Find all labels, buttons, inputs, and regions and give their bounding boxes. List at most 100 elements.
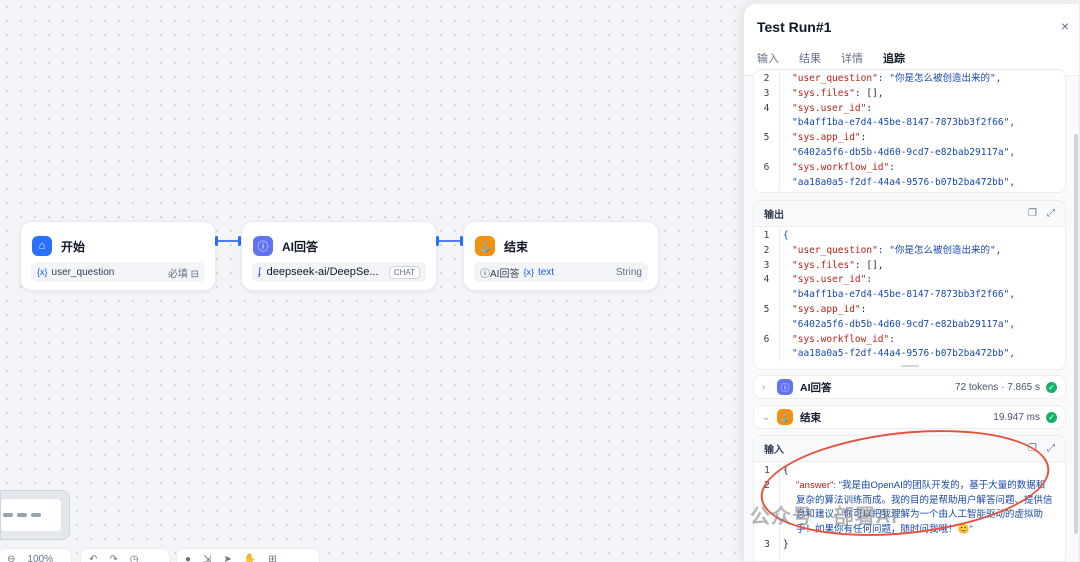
- line-number: [754, 347, 780, 363]
- model-row: ʄ deepseek-ai/DeepSe... CHAT: [252, 262, 426, 282]
- json-value: :: [866, 102, 873, 114]
- minimap[interactable]: [0, 490, 70, 540]
- line-number: [754, 175, 780, 191]
- line-number: 3: [754, 258, 780, 274]
- code-line: "b4aff1ba-e7d4-45be-8147-7873bb3f2f66",: [754, 116, 1065, 132]
- edge-ai-end[interactable]: [439, 240, 462, 242]
- line-number: 3: [754, 86, 780, 102]
- json-key: "sys.files": [792, 87, 855, 99]
- history-toolbar[interactable]: ↶ ↷ ◷: [80, 548, 170, 562]
- trace-step-ai[interactable]: › ⓘ AI回答 72 tokens · 7.865 s ✓: [753, 375, 1066, 399]
- zoom-level[interactable]: 100%: [27, 554, 53, 562]
- json-key: "sys.app_id": [792, 132, 861, 144]
- redo-icon[interactable]: ↷: [109, 554, 117, 562]
- panel-scrollbar[interactable]: [1074, 134, 1078, 534]
- line-number: 6: [754, 160, 780, 176]
- ai-icon: ⓘ: [777, 379, 793, 395]
- end-node[interactable]: ⚓ 结束 ⓘAI回答 {x} text String: [463, 221, 659, 291]
- chevron-right-icon[interactable]: ›: [762, 382, 774, 393]
- expand-icon[interactable]: ⤢: [1047, 443, 1055, 454]
- canvas-tools-toolbar[interactable]: ● ⇲ ➤ ✋ ⊞: [176, 548, 320, 562]
- json-key: "sys.workflow_id": [792, 161, 890, 173]
- step-name: AI回答: [800, 381, 832, 394]
- json-value: : "你是怎么被创造出来的",: [877, 244, 1002, 256]
- json-key: "user_question": [792, 73, 878, 84]
- json-value: : [],: [854, 259, 884, 271]
- minimap-node: [31, 513, 41, 517]
- json-key: "sys.user_id": [792, 102, 867, 114]
- line-number: 5: [754, 302, 780, 318]
- variable-icon: {x}: [37, 267, 48, 277]
- ai-icon: ⓘ: [253, 236, 273, 256]
- output-card-header: 输出 ❐ ⤢: [754, 201, 1065, 227]
- ai-answer-node[interactable]: ⓘ AI回答 ʄ deepseek-ai/DeepSe... CHAT: [241, 221, 437, 291]
- code-line: 5 "sys.app_id":: [754, 131, 1065, 146]
- json-value: {: [783, 230, 789, 241]
- history-icon[interactable]: ◷: [130, 554, 139, 562]
- code-line: 5 "sys.app_id":: [754, 302, 1065, 318]
- zoom-toolbar[interactable]: ⊖ 100%: [0, 548, 72, 562]
- code-line: "6402a5f6-db5b-4d60-9cd7-e82bab29117a",: [754, 145, 1065, 161]
- resize-grip[interactable]: [754, 190, 1065, 192]
- start-node[interactable]: ⌂ 开始 {x} user_question 必填 ⊟: [20, 221, 216, 291]
- code-line: 3 "sys.files": [],: [754, 258, 1065, 274]
- chevron-down-icon[interactable]: ⌄: [762, 412, 774, 423]
- line-number: 2: [754, 243, 780, 259]
- json-value: :: [889, 333, 895, 345]
- json-value: :: [860, 303, 867, 315]
- flag-icon: ⚓: [777, 409, 793, 425]
- hand-icon[interactable]: ✋: [244, 554, 256, 562]
- output-type: String: [615, 266, 642, 278]
- start-input-card: 2 "user_question": "你是怎么被创造出来的", 3 "sys.fil…: [753, 69, 1066, 193]
- undo-icon[interactable]: ↶: [89, 554, 97, 562]
- comment-icon[interactable]: ●: [185, 554, 191, 562]
- line-number: 2: [754, 72, 780, 87]
- copy-icon[interactable]: ❐: [1028, 208, 1037, 219]
- panel-header: Test Run#1 × 输入 结果 详情 追踪: [744, 4, 1079, 76]
- line-number: [754, 317, 780, 333]
- step-meta: 19.947 ms: [993, 411, 1040, 423]
- code-line: 4 "sys.user_id":: [754, 101, 1065, 117]
- organize-icon[interactable]: ⇲: [203, 554, 211, 562]
- start-variable-row: {x} user_question 必填 ⊟: [31, 262, 205, 282]
- home-icon: ⌂: [32, 236, 52, 256]
- json-value: "aa18a0a5-f2df-44a4-9576-b07b2ba472bb",: [792, 176, 1016, 188]
- resize-grip[interactable]: [754, 362, 1065, 369]
- line-number: 3: [764, 539, 770, 550]
- json-open: {: [783, 465, 789, 476]
- expand-icon[interactable]: ⤢: [1047, 208, 1055, 219]
- json-key: "sys.workflow_id": [792, 333, 890, 345]
- line-number: 1: [764, 465, 770, 476]
- end-input-card: 输入 ❐ ⤢ 1 2 3 { "answer": "我是由OpenAI的团队开发…: [753, 435, 1066, 561]
- json-value: "b4aff1ba-e7d4-45be-8147-7873bb3f2f66",: [792, 117, 1016, 129]
- line-number: 6: [754, 332, 780, 348]
- input-code-block: 2 "user_question": "你是怎么被创造出来的", 3 "sys.fil…: [754, 70, 1065, 191]
- code-line: 6 "sys.workflow_id":: [754, 160, 1065, 176]
- json-key: "sys.user_id": [792, 274, 867, 286]
- close-button[interactable]: ×: [1061, 18, 1069, 34]
- step-meta: 72 tokens · 7.865 s: [954, 381, 1040, 393]
- line-number: [754, 145, 780, 161]
- test-run-panel: Test Run#1 × 输入 结果 详情 追踪 2 "user_question…: [743, 3, 1080, 562]
- copy-icon[interactable]: ❐: [1028, 443, 1037, 454]
- zoom-out-icon[interactable]: ⊖: [7, 554, 15, 562]
- line-number: 2: [764, 480, 770, 491]
- trace-step-end[interactable]: ⌄ ⚓ 结束 19.947 ms ✓: [753, 405, 1066, 429]
- answer-key: "answer": [796, 479, 834, 491]
- line-number: 4: [754, 273, 780, 289]
- code-line: "aa18a0a5-f2df-44a4-9576-b07b2ba472bb",: [754, 347, 1065, 363]
- line-number: 5: [754, 131, 780, 146]
- pointer-icon[interactable]: ➤: [223, 554, 231, 562]
- end-input-card-label: 输入: [764, 445, 784, 456]
- required-label: 必填 ⊟: [167, 268, 199, 280]
- json-value: :: [860, 132, 867, 144]
- end-node-title: 结束: [504, 239, 529, 254]
- start-output-card: 输出 ❐ ⤢ 1{2 "user_question": "你是怎么被创造出来的",…: [753, 200, 1066, 370]
- edge-start-ai[interactable]: [218, 240, 240, 242]
- minimap-node: [17, 513, 27, 517]
- json-value: : "你是怎么被创造出来的",: [877, 73, 1002, 84]
- layout-icon[interactable]: ⊞: [268, 554, 276, 562]
- json-value: :: [889, 161, 895, 173]
- json-key: "user_question": [792, 244, 878, 256]
- chat-badge: CHAT: [388, 265, 420, 279]
